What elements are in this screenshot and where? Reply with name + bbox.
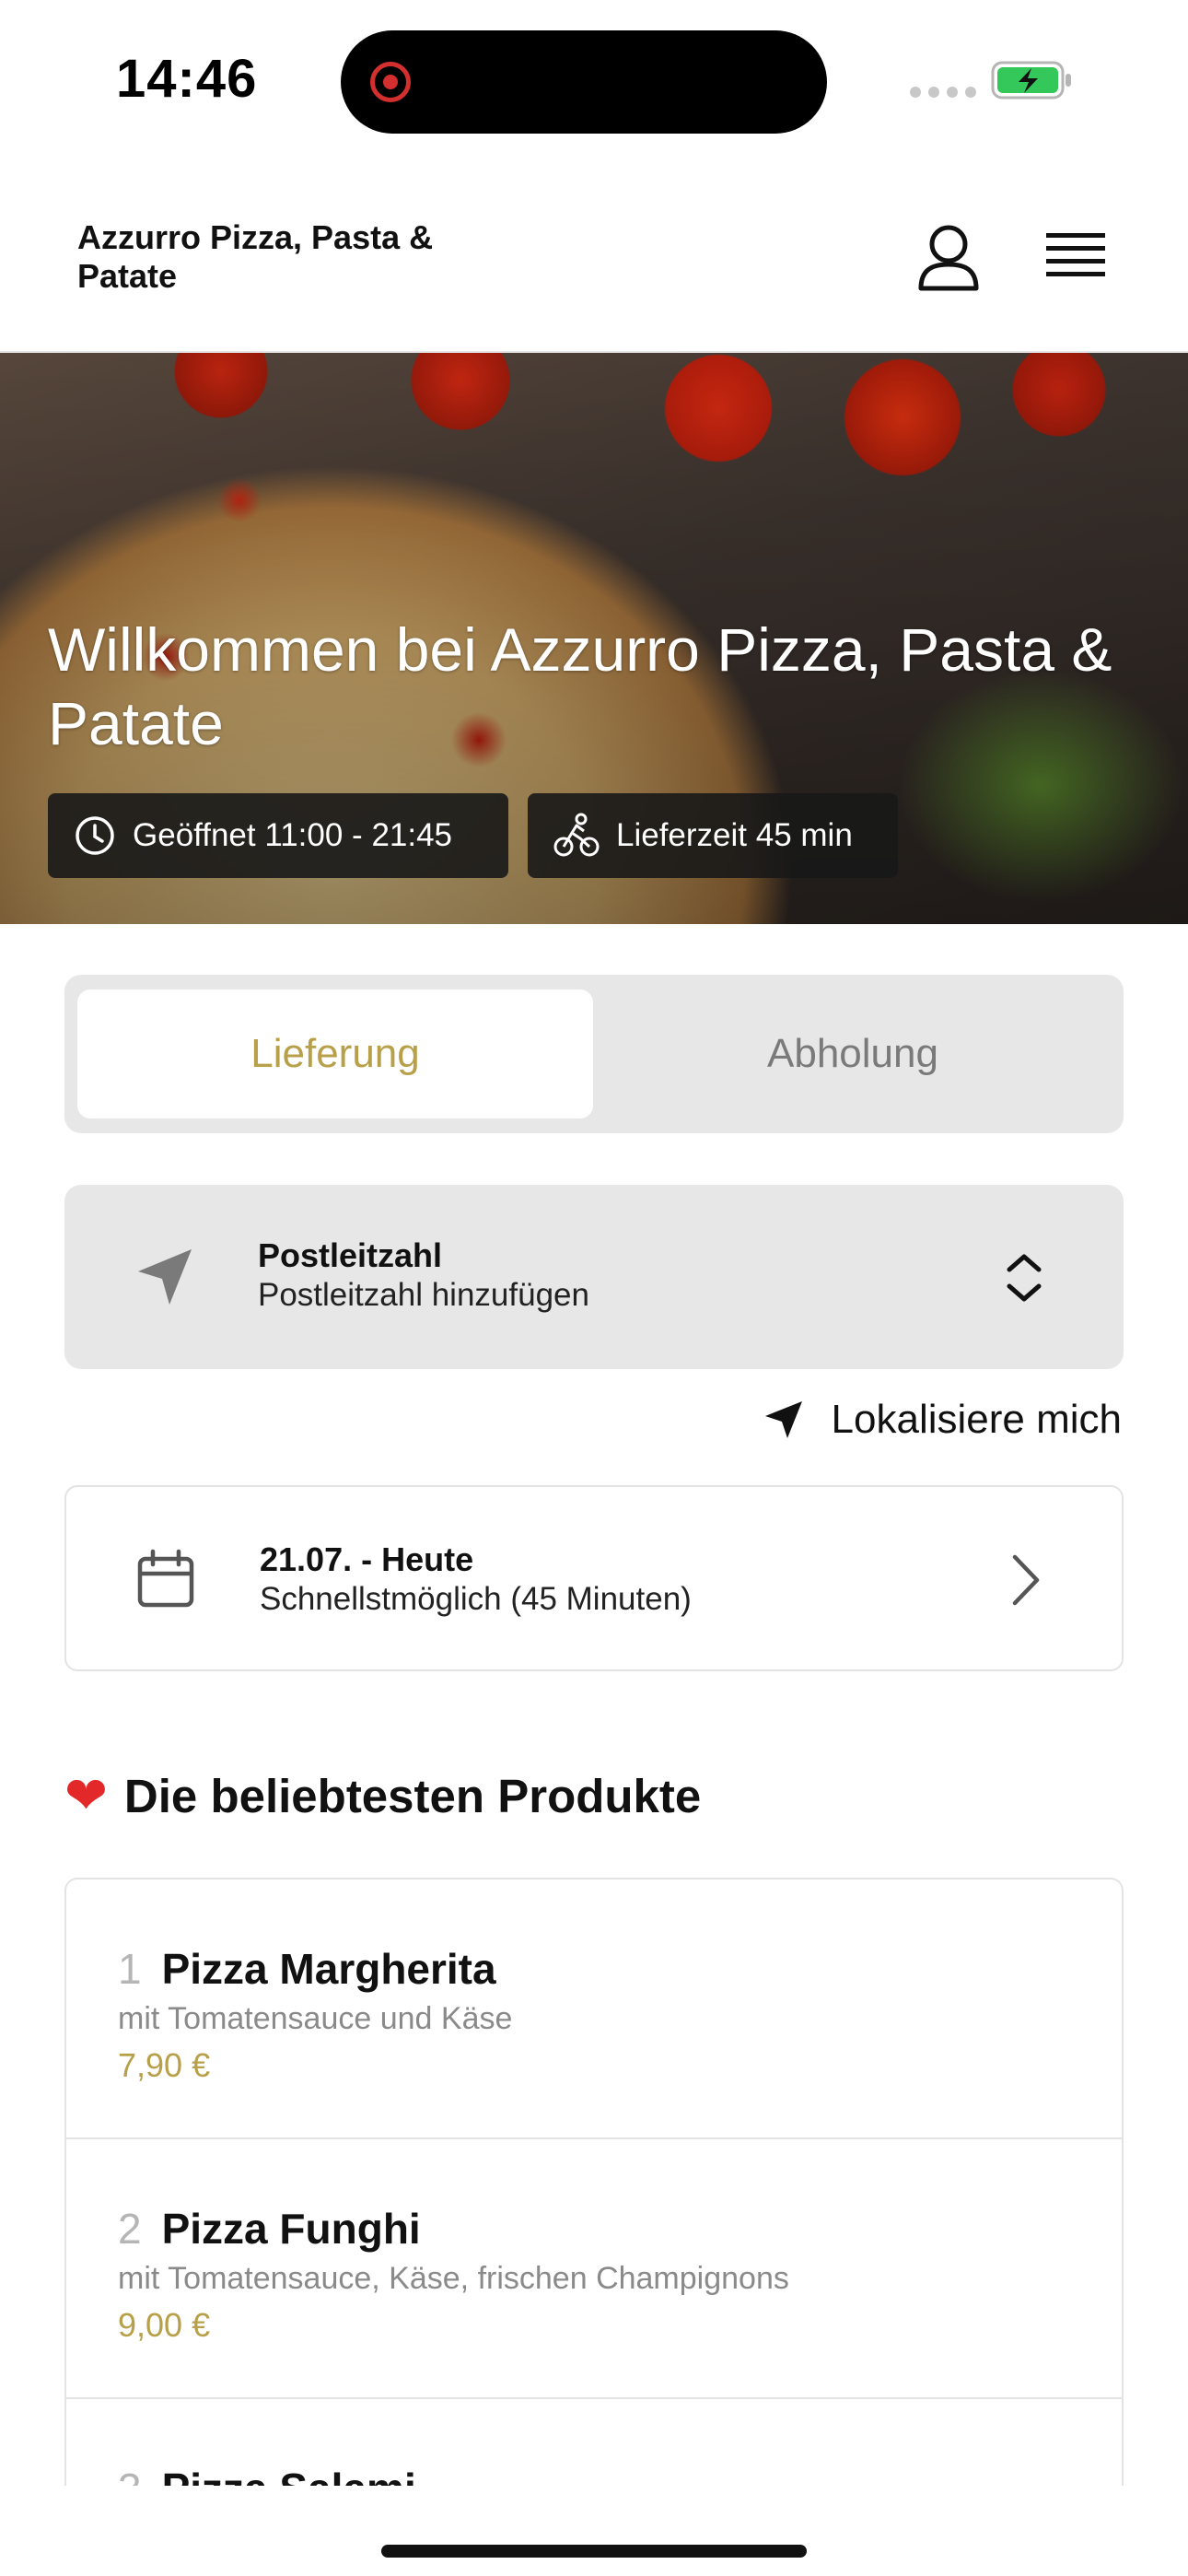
product-number: 1: [118, 1945, 142, 1993]
recording-icon: [370, 62, 411, 102]
hamburger-menu-icon[interactable]: [1039, 226, 1112, 290]
product-item[interactable]: 3 Pizza Salami: [66, 2399, 1122, 2486]
product-price: 9,00 €: [118, 2306, 211, 2344]
product-description: mit Tomatensauce, Käse, frischen Champig…: [118, 2261, 789, 2296]
product-number: 3: [118, 2464, 142, 2486]
hero-banner: Willkommen bei Azzurro Pizza, Pasta & Pa…: [0, 353, 1188, 924]
tab-delivery[interactable]: Lieferung: [77, 989, 593, 1118]
product-item[interactable]: 2 Pizza Funghi mit Tomatensauce, Käse, f…: [66, 2139, 1122, 2399]
chevron-right-icon: [1012, 1554, 1040, 1606]
clock: 14:46: [116, 49, 258, 109]
postal-code-selector[interactable]: Postleitzahl Postleitzahl hinzufügen: [64, 1185, 1124, 1369]
product-description: mit Tomatensauce und Käse: [118, 2001, 513, 2036]
product-name: Pizza Salami: [162, 2464, 416, 2486]
dynamic-island: [341, 30, 827, 134]
signal-icon: [910, 87, 976, 98]
restaurant-name[interactable]: Azzurro Pizza, Pasta & Patate: [77, 218, 446, 296]
app-header: Azzurro Pizza, Pasta & Patate: [0, 161, 1188, 353]
welcome-title: Willkommen bei Azzurro Pizza, Pasta & Pa…: [48, 615, 1112, 757]
postal-code-label: Postleitzahl: [258, 1236, 443, 1274]
navigation-arrow-icon: [764, 1401, 802, 1438]
locate-me-link[interactable]: Lokalisiere mich: [762, 1397, 1122, 1443]
clock-icon: [76, 816, 114, 855]
product-name: Pizza Funghi: [161, 2205, 421, 2253]
tab-pickup[interactable]: Abholung: [595, 989, 1111, 1118]
chevron-up-down-icon: [1007, 1254, 1042, 1302]
date-title: 21.07. - Heute: [260, 1540, 474, 1578]
opening-hours-badge: Geöffnet 11:00 - 21:45: [48, 793, 508, 878]
postal-code-placeholder: Postleitzahl hinzufügen: [258, 1277, 589, 1313]
calendar-icon: [137, 1549, 194, 1608]
popular-products-heading: ❤ Die beliebtesten Produkte: [64, 1765, 701, 1826]
status-bar: 14:46: [0, 0, 1188, 161]
product-item[interactable]: 1 Pizza Margherita mit Tomatensauce und …: [66, 1879, 1122, 2139]
user-icon[interactable]: [912, 220, 985, 294]
date-subtitle: Schnellstmöglich (45 Minuten): [260, 1581, 692, 1617]
home-indicator[interactable]: [381, 2545, 807, 2558]
product-price: 7,90 €: [118, 2046, 211, 2084]
delivery-time-text: Lieferzeit 45 min: [616, 817, 853, 853]
delivery-date-selector[interactable]: 21.07. - Heute Schnellstmöglich (45 Minu…: [64, 1485, 1124, 1671]
delivery-time-badge: Lieferzeit 45 min: [528, 793, 898, 878]
popular-products-list: 1 Pizza Margherita mit Tomatensauce und …: [64, 1878, 1124, 2486]
locate-me-label: Lokalisiere mich: [831, 1397, 1122, 1442]
location-arrow-icon: [138, 1249, 192, 1305]
product-number: 2: [118, 2205, 142, 2253]
battery-icon: [991, 61, 1071, 100]
heart-icon: ❤: [64, 1766, 108, 1824]
popular-products-title: Die beliebtesten Produkte: [123, 1769, 702, 1822]
product-name: Pizza Margherita: [161, 1945, 496, 1993]
bicycle-courier-icon: [553, 813, 600, 857]
order-type-switch: Lieferung Abholung: [64, 975, 1124, 1133]
opening-hours-text: Geöffnet 11:00 - 21:45: [133, 817, 453, 853]
